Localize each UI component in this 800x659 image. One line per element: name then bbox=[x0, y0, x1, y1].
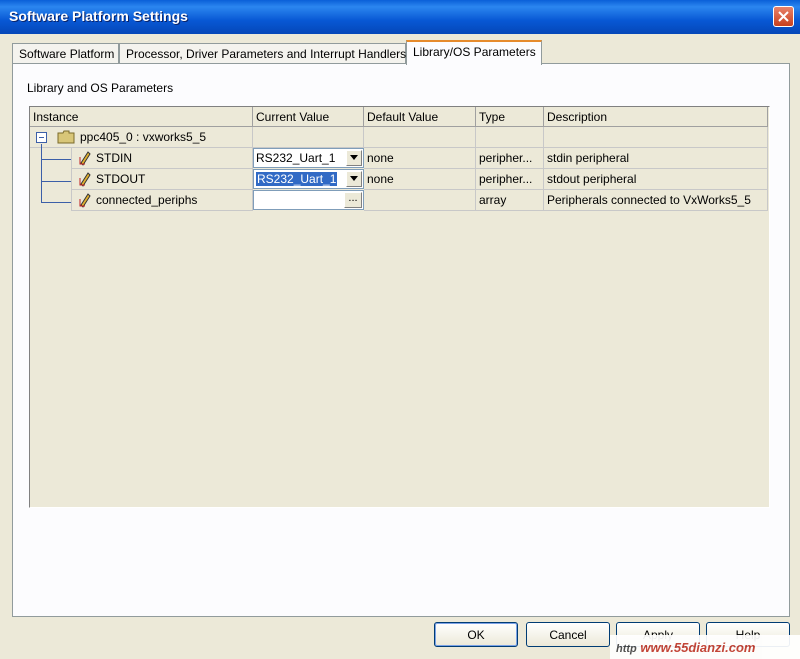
current-value-dropdown[interactable]: RS232_Uart_1 bbox=[253, 169, 364, 189]
description-cell: stdout peripheral bbox=[544, 169, 768, 190]
tab-label: Library/OS Parameters bbox=[413, 45, 536, 59]
watermark: http www.55dianzi.com bbox=[610, 635, 800, 659]
minus-box-icon[interactable] bbox=[36, 132, 47, 143]
window-title: Software Platform Settings bbox=[9, 8, 188, 24]
current-value-dropdown[interactable]: RS232_Uart_1 bbox=[253, 148, 364, 168]
tree-line bbox=[41, 159, 71, 160]
tab-label: Software Platform bbox=[19, 47, 115, 61]
close-button[interactable] bbox=[773, 6, 794, 27]
tree-line bbox=[41, 202, 71, 203]
tab-label: Processor, Driver Parameters and Interru… bbox=[126, 47, 407, 61]
param-row-stdin[interactable]: STDIN bbox=[71, 148, 253, 169]
close-icon bbox=[778, 11, 789, 22]
dropdown-button[interactable] bbox=[346, 150, 362, 166]
group-label: Library and OS Parameters bbox=[27, 81, 174, 95]
title-bar: Software Platform Settings bbox=[0, 0, 800, 34]
tree-root-label: ppc405_0 : vxworks5_5 bbox=[80, 130, 207, 144]
cell bbox=[364, 127, 476, 148]
tab-processor-driver-parameters[interactable]: Processor, Driver Parameters and Interru… bbox=[119, 43, 406, 64]
tab-software-platform[interactable]: Software Platform bbox=[12, 43, 119, 64]
header-label: Description bbox=[547, 110, 608, 124]
column-header-type[interactable]: Type bbox=[476, 107, 544, 127]
param-label: connected_periphs bbox=[96, 193, 198, 207]
current-value-text: RS232_Uart_1 bbox=[256, 172, 338, 186]
param-row-stdout[interactable]: STDOUT bbox=[71, 169, 253, 190]
column-header-default-value[interactable]: Default Value bbox=[364, 107, 476, 127]
current-value-field[interactable]: ... bbox=[253, 190, 364, 210]
param-label: STDOUT bbox=[96, 172, 146, 186]
header-label: Current Value bbox=[256, 110, 330, 124]
dropdown-button[interactable] bbox=[346, 171, 362, 187]
default-value-cell: none bbox=[364, 148, 476, 169]
tree-line bbox=[41, 144, 42, 202]
description-cell: stdin peripheral bbox=[544, 148, 768, 169]
cell bbox=[544, 127, 768, 148]
column-header-instance[interactable]: Instance bbox=[30, 107, 253, 127]
column-header-description[interactable]: Description bbox=[544, 107, 768, 127]
description-cell: Peripherals connected to VxWorks5_5 bbox=[544, 190, 768, 211]
param-label: STDIN bbox=[96, 151, 132, 165]
type-cell: array bbox=[476, 190, 544, 211]
pencil-param-icon bbox=[79, 172, 91, 187]
folder-icon bbox=[57, 130, 75, 144]
tree-line bbox=[41, 181, 71, 182]
tree-root-row[interactable]: ppc405_0 : vxworks5_5 bbox=[30, 127, 253, 148]
header-label: Default Value bbox=[367, 110, 439, 124]
pencil-param-icon bbox=[79, 151, 91, 166]
header-label: Instance bbox=[33, 110, 79, 124]
header-label: Type bbox=[479, 110, 506, 124]
parameters-grid: Instance Current Value Default Value Typ… bbox=[29, 106, 770, 508]
type-cell: peripher... bbox=[476, 169, 544, 190]
pencil-param-icon bbox=[79, 193, 91, 208]
chevron-down-icon bbox=[350, 176, 358, 181]
watermark-prefix: http bbox=[616, 643, 637, 655]
chevron-down-icon bbox=[350, 155, 358, 160]
type-cell: peripher... bbox=[476, 148, 544, 169]
current-value-text: RS232_Uart_1 bbox=[256, 151, 336, 165]
column-header-current-value[interactable]: Current Value bbox=[253, 107, 364, 127]
cell bbox=[476, 127, 544, 148]
default-value-cell: none bbox=[364, 169, 476, 190]
tab-library-os-parameters[interactable]: Library/OS Parameters bbox=[406, 40, 542, 65]
ok-button[interactable]: OK bbox=[434, 622, 518, 647]
cancel-button[interactable]: Cancel bbox=[526, 622, 610, 647]
default-value-cell bbox=[364, 190, 476, 211]
param-row-connected-periphs[interactable]: connected_periphs bbox=[71, 190, 253, 211]
watermark-text: www.55dianzi.com bbox=[640, 640, 756, 655]
cell bbox=[253, 127, 364, 148]
browse-button[interactable]: ... bbox=[344, 192, 362, 208]
